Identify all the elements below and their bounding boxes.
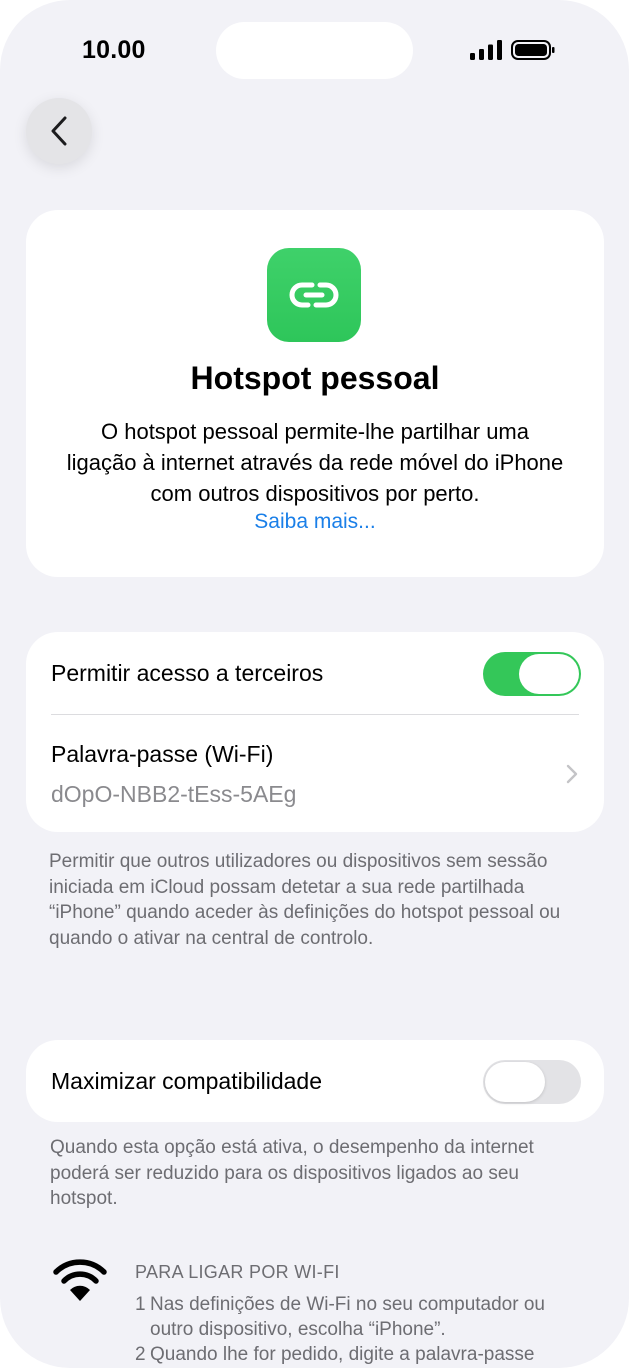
list-item: 1 Nas definições de Wi-Fi no seu computa… xyxy=(135,1292,615,1317)
signal-icon xyxy=(470,40,502,60)
access-settings-group: Permitir acesso a terceiros Palavra-pass… xyxy=(26,632,604,832)
chevron-right-icon[interactable] xyxy=(566,764,578,784)
hotspot-info-card: Hotspot pessoal O hotspot pessoal permit… xyxy=(26,210,604,577)
status-time: 10.00 xyxy=(82,36,146,64)
toggle-knob xyxy=(485,1062,545,1102)
chevron-left-icon xyxy=(51,116,67,146)
battery-icon xyxy=(511,40,555,60)
phone-screen: 10.00 Hotspot pessoal O hotspot pessoal … xyxy=(0,0,629,1368)
step-number: 2 xyxy=(135,1344,146,1365)
wifi-steps-list: 1 Nas definições de Wi-Fi no seu computa… xyxy=(135,1292,615,1367)
page-title: Hotspot pessoal xyxy=(190,360,440,396)
allow-access-footnote: Permitir que outros utilizadores ou disp… xyxy=(49,851,561,949)
learn-more-link[interactable]: Saiba mais... xyxy=(26,510,604,534)
allow-access-toggle[interactable] xyxy=(483,652,581,696)
toggle-knob xyxy=(519,654,579,694)
dynamic-island xyxy=(216,22,413,79)
step-number: 1 xyxy=(135,1294,146,1315)
link-icon xyxy=(289,282,339,308)
back-button[interactable] xyxy=(26,98,92,164)
divider xyxy=(51,714,579,715)
password-label[interactable]: Palavra-passe (Wi-Fi) xyxy=(51,741,273,768)
password-value: dOpO-NBB2-tEss-5AEg xyxy=(51,781,297,807)
hero-description: O hotspot pessoal permite-lhe partilhar … xyxy=(66,419,564,506)
wifi-instructions-heading: PARA LIGAR POR WI-FI xyxy=(135,1262,340,1282)
list-item: outro dispositivo, escolha “iPhone”. xyxy=(135,1317,615,1342)
step-text: outro dispositivo, escolha “iPhone”. xyxy=(150,1319,446,1340)
hotspot-app-icon xyxy=(267,248,361,342)
wifi-icon xyxy=(53,1259,107,1301)
compat-footnote: Quando esta opção está ativa, o desempen… xyxy=(50,1137,534,1209)
allow-access-label: Permitir acesso a terceiros xyxy=(51,660,324,686)
compatibility-settings-group: Maximizar compatibilidade xyxy=(26,1040,604,1122)
step-text: Nas definições de Wi-Fi no seu computado… xyxy=(150,1294,545,1315)
max-compat-toggle[interactable] xyxy=(483,1060,581,1104)
max-compat-label: Maximizar compatibilidade xyxy=(51,1068,322,1094)
list-item: 2 Quando lhe for pedido, digite a palavr… xyxy=(135,1342,615,1367)
step-text: Quando lhe for pedido, digite a palavra-… xyxy=(150,1344,535,1365)
